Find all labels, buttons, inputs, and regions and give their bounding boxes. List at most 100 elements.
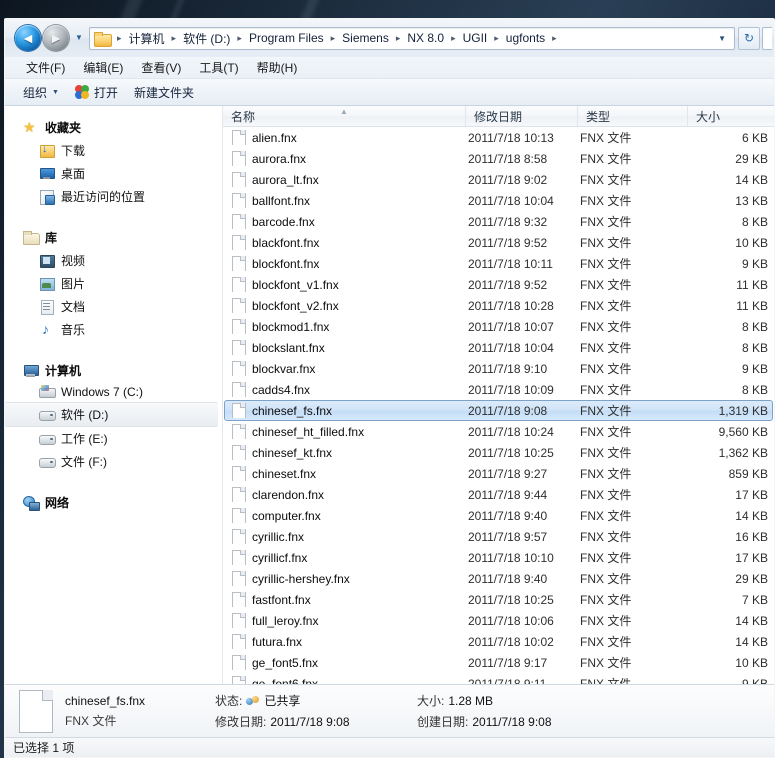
column-header-type[interactable]: 类型 <box>578 106 688 126</box>
file-name-label: chinesef_fs.fnx <box>252 403 333 418</box>
history-dropdown-button[interactable]: ▼ <box>73 34 85 42</box>
table-row[interactable]: cyrillicf.fnx 2011/7/18 10:10 FNX 文件 17 KB <box>224 547 773 568</box>
sidebar-item-libraries-0[interactable]: 视频 <box>5 249 222 272</box>
cell-name: aurora.fnx <box>225 151 468 166</box>
breadcrumb-separator: ▸ <box>171 32 177 43</box>
forward-button[interactable]: ► <box>43 25 69 51</box>
column-header-name-label: 名称 <box>231 109 256 124</box>
sidebar-group-computer: 计算机 Windows 7 (C:) 软件 (D:) 工作 (E:) 文件 (F:) <box>5 359 222 473</box>
navigation-pane[interactable]: 收藏夹下载桌面最近访问的位置库视频图片文档音乐计算机 Windows 7 (C:)… <box>5 106 223 684</box>
back-button[interactable]: ◄ <box>15 25 41 51</box>
table-row[interactable]: alien.fnx 2011/7/18 10:13 FNX 文件 6 KB <box>224 127 773 148</box>
address-input[interactable]: ▸ 计算机 ▸ 软件 (D:) ▸ Program Files ▸ Siemens ▸ NX 8.… <box>89 26 735 50</box>
refresh-button[interactable]: ↻ <box>738 26 760 50</box>
sidebar-item-computer-0[interactable]: Windows 7 (C:) <box>5 382 222 402</box>
menu-item-3[interactable]: 工具(T) <box>190 57 247 78</box>
table-row[interactable]: blockslant.fnx 2011/7/18 10:04 FNX 文件 8 KB <box>224 337 773 358</box>
cell-modified-date: 2011/7/18 10:25 <box>468 592 554 607</box>
sidebar-item-favorites[interactable]: 收藏夹 <box>5 116 222 139</box>
table-row[interactable]: barcode.fnx 2011/7/18 9:32 FNX 文件 8 KB <box>224 211 773 232</box>
sidebar-item-label: 图片 <box>61 277 86 291</box>
sidebar-item-computer-1[interactable]: 软件 (D:) <box>5 402 218 427</box>
refresh-icon: ↻ <box>743 31 755 45</box>
file-icon <box>232 130 246 145</box>
file-name-label: chinesef_kt.fnx <box>252 445 333 460</box>
breadcrumb-item-2[interactable]: Program Files <box>247 30 326 46</box>
table-row[interactable]: aurora.fnx 2011/7/18 8:58 FNX 文件 29 KB <box>224 148 773 169</box>
chevron-down-icon[interactable]: ▼ <box>712 34 732 43</box>
cell-modified-date: 2011/7/18 10:07 <box>468 319 554 334</box>
sidebar-item-libraries-2[interactable]: 文档 <box>5 295 222 318</box>
breadcrumb-item-0[interactable]: 计算机 <box>127 29 167 48</box>
column-header-size[interactable]: 大小 <box>688 106 774 126</box>
cell-size: 10 KB <box>735 655 768 670</box>
open-button[interactable]: 打开 <box>67 81 126 104</box>
cell-modified-date: 2011/7/18 10:09 <box>468 382 554 397</box>
cell-modified-date: 2011/7/18 10:04 <box>468 193 554 208</box>
table-row[interactable]: chinesef_kt.fnx 2011/7/18 10:25 FNX 文件 1,36… <box>224 442 773 463</box>
table-row[interactable]: chinesef_ht_filled.fnx 2011/7/18 10:24 FNX… <box>224 421 773 442</box>
table-row[interactable]: futura.fnx 2011/7/18 10:02 FNX 文件 14 KB <box>224 631 773 652</box>
status-bar-text: 已选择 1 项 <box>13 741 75 755</box>
sidebar-item-computer-2[interactable]: 工作 (E:) <box>5 427 222 450</box>
cell-type: FNX 文件 <box>580 215 632 229</box>
file-rows[interactable]: alien.fnx 2011/7/18 10:13 FNX 文件 6 KB aurora… <box>223 127 774 684</box>
search-input[interactable] <box>762 26 772 50</box>
content-area: 收藏夹下载桌面最近访问的位置库视频图片文档音乐计算机 Windows 7 (C:)… <box>5 106 774 684</box>
breadcrumb-item-3[interactable]: Siemens <box>340 30 391 46</box>
table-row[interactable]: full_leroy.fnx 2011/7/18 10:06 FNX 文件 14 KB <box>224 610 773 631</box>
table-row[interactable]: cadds4.fnx 2011/7/18 10:09 FNX 文件 8 KB <box>224 379 773 400</box>
table-row[interactable]: cyrillic-hershey.fnx 2011/7/18 9:40 FNX 文件… <box>224 568 773 589</box>
table-row[interactable]: blockmod1.fnx 2011/7/18 10:07 FNX 文件 8 KB <box>224 316 773 337</box>
table-row[interactable]: blockfont.fnx 2011/7/18 10:11 FNX 文件 9 KB <box>224 253 773 274</box>
sidebar-item-favorites-1[interactable]: 桌面 <box>5 162 222 185</box>
sidebar-item-libraries[interactable]: 库 <box>5 226 222 249</box>
breadcrumb-item-1[interactable]: 软件 (D:) <box>181 29 232 48</box>
menu-item-1[interactable]: 编辑(E) <box>74 57 132 78</box>
table-row[interactable]: fastfont.fnx 2011/7/18 10:25 FNX 文件 7 KB <box>224 589 773 610</box>
sidebar-item-computer[interactable]: 计算机 <box>5 359 222 382</box>
new-folder-button[interactable]: 新建文件夹 <box>126 81 202 104</box>
menu-item-2[interactable]: 查看(V) <box>132 57 190 78</box>
table-row[interactable]: aurora_lt.fnx 2011/7/18 9:02 FNX 文件 14 KB <box>224 169 773 190</box>
table-row[interactable]: blockfont_v1.fnx 2011/7/18 9:52 FNX 文件 11 K… <box>224 274 773 295</box>
cell-modified-date: 2011/7/18 10:10 <box>468 550 554 565</box>
file-icon <box>232 466 246 481</box>
table-row[interactable]: cyrillic.fnx 2011/7/18 9:57 FNX 文件 16 KB <box>224 526 773 547</box>
column-header-date[interactable]: 修改日期 <box>466 106 578 126</box>
details-modified-value: 2011/7/18 9:08 <box>270 714 350 729</box>
organize-button[interactable]: 组织 ▼ <box>15 81 67 104</box>
table-row[interactable]: computer.fnx 2011/7/18 9:40 FNX 文件 14 KB <box>224 505 773 526</box>
column-header-name[interactable]: 名称 ▲ <box>223 106 466 126</box>
file-icon <box>232 193 246 208</box>
sidebar-item-libraries-3[interactable]: 音乐 <box>5 318 222 341</box>
cell-type: FNX 文件 <box>580 383 632 397</box>
table-row[interactable]: ballfont.fnx 2011/7/18 10:04 FNX 文件 13 KB <box>224 190 773 211</box>
cell-modified-date: 2011/7/18 10:25 <box>468 445 554 460</box>
sidebar-item-favorites-0[interactable]: 下载 <box>5 139 222 162</box>
table-row[interactable]: blockvar.fnx 2011/7/18 9:10 FNX 文件 9 KB <box>224 358 773 379</box>
menu-item-0[interactable]: 文件(F) <box>17 57 74 78</box>
menu-item-4[interactable]: 帮助(H) <box>248 57 307 78</box>
sidebar-item-computer-3[interactable]: 文件 (F:) <box>5 450 222 473</box>
table-row[interactable]: blockfont_v2.fnx 2011/7/18 10:28 FNX 文件 11 … <box>224 295 773 316</box>
cell-modified-date: 2011/7/18 9:40 <box>468 571 548 586</box>
breadcrumb-item-6[interactable]: ugfonts <box>504 30 547 46</box>
table-row[interactable]: clarendon.fnx 2011/7/18 9:44 FNX 文件 17 KB <box>224 484 773 505</box>
table-row[interactable]: blackfont.fnx 2011/7/18 9:52 FNX 文件 10 KB <box>224 232 773 253</box>
table-row[interactable]: ge_font5.fnx 2011/7/18 9:17 FNX 文件 10 KB <box>224 652 773 673</box>
sidebar-item-label: 下载 <box>61 144 86 158</box>
details-status-column: 状态: 已共享 修改日期: 2011/7/18 9:08 <box>215 692 405 730</box>
table-row[interactable]: chinesef_fs.fnx 2011/7/18 9:08 FNX 文件 1,319… <box>224 400 773 421</box>
sidebar-item-favorites-2[interactable]: 最近访问的位置 <box>5 185 222 208</box>
cell-type: FNX 文件 <box>580 551 632 565</box>
details-name-column: chinesef_fs.fnx FNX 文件 <box>65 694 203 729</box>
breadcrumb-item-5[interactable]: UGII <box>461 30 490 46</box>
sidebar-item-libraries-1[interactable]: 图片 <box>5 272 222 295</box>
breadcrumb-item-4[interactable]: NX 8.0 <box>405 30 446 46</box>
open-label: 打开 <box>93 85 118 100</box>
breadcrumb-separator: ▸ <box>552 32 557 43</box>
sidebar-item-network[interactable]: 网络 <box>5 491 222 514</box>
table-row[interactable]: ge_font6.fnx 2011/7/18 9:11 FNX 文件 9 KB <box>224 673 773 684</box>
table-row[interactable]: chineset.fnx 2011/7/18 9:27 FNX 文件 859 KB <box>224 463 773 484</box>
